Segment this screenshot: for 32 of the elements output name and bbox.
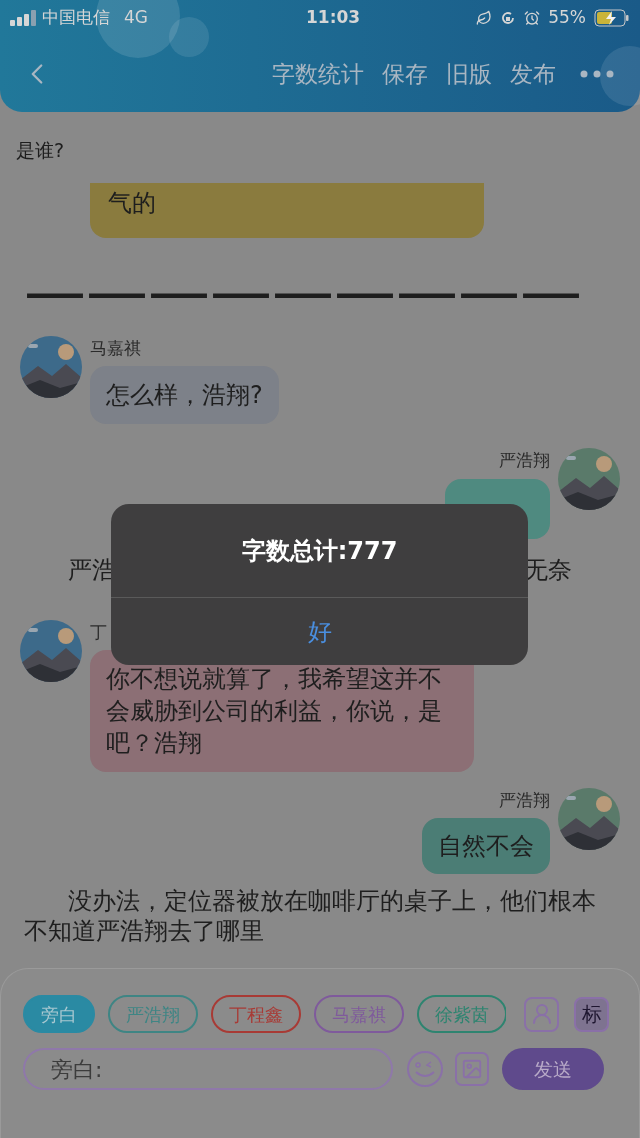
sender-name: 严浩翔 [499,789,550,812]
contact-icon[interactable] [524,996,559,1032]
signal-icon [10,10,36,26]
alarm-icon [524,10,541,26]
role-tag[interactable]: 旁白 [23,995,95,1033]
dash-line-text: ————————— [24,274,582,310]
message-bubble: 怎么样，浩翔? [90,366,279,424]
sender-name: 马嘉祺 [90,337,141,360]
sender-name: 严浩翔 [499,449,550,472]
header-action[interactable]: 发布 [510,56,556,92]
wink-face-icon[interactable] [406,1050,444,1088]
leaf-icon [476,10,493,26]
sender-name: 丁 [90,621,107,644]
rotation-lock-icon [500,10,517,26]
header-action[interactable]: 字数统计 [272,56,364,92]
message-bubble: 自然不会 [422,818,550,874]
more-icon[interactable] [580,70,614,78]
clock: 11:03 [305,6,362,30]
narration-text: 是谁? [15,138,66,162]
message-input[interactable]: 旁白: [23,1048,393,1090]
alert-title: 字数总计:777 [241,535,398,567]
mark-button[interactable]: 标 [574,996,609,1032]
header-action[interactable]: 保存 [382,56,428,92]
battery-percent: 55% [548,6,586,30]
message-bubble: 气的 [90,183,484,238]
carrier-name: 中国电信 [42,6,110,30]
header-action[interactable]: 旧版 [446,56,492,92]
narration-text: 没办法，定位器被放在咖啡厅的桌子上，他们根本不知道严浩翔去了哪里 [23,886,597,946]
send-button[interactable]: 发送 [502,1048,604,1090]
network-type: 4G [124,6,148,30]
image-icon[interactable] [455,1052,489,1086]
role-tag[interactable]: 丁程鑫 [211,995,301,1033]
